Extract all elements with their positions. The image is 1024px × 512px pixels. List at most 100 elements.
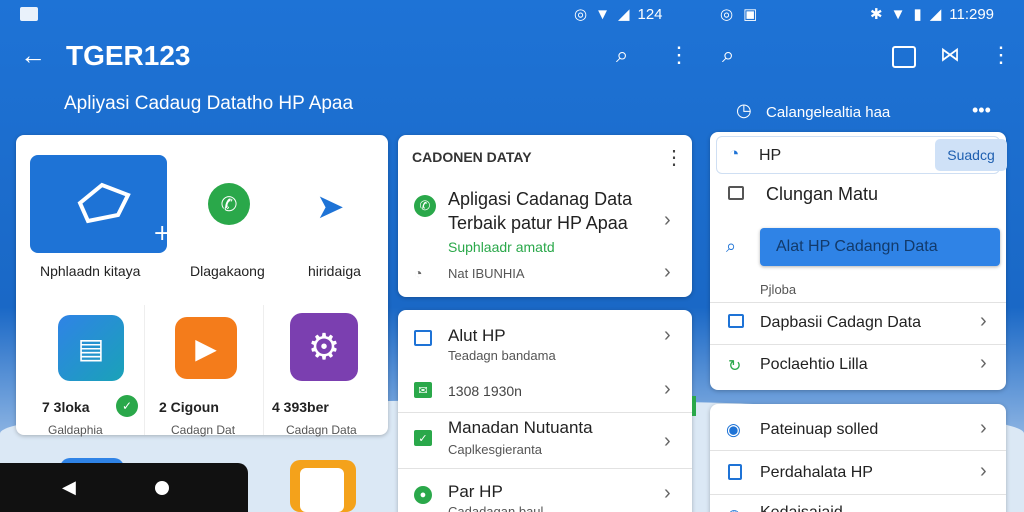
clock-icon: ◷ (736, 100, 752, 120)
telegram-icon[interactable]: ➤ (316, 187, 345, 227)
search-input[interactable]: HP (759, 147, 781, 165)
clock-icon: ◔ (414, 265, 423, 281)
svg-text:+: + (153, 221, 167, 246)
chevron-right-icon[interactable]: › (664, 209, 671, 232)
chevron-right-icon[interactable]: › (664, 378, 671, 401)
share-icon[interactable]: ⋈ (940, 42, 960, 67)
search-button[interactable]: Suadcg (935, 139, 1007, 171)
phone-icon: ● (414, 486, 432, 504)
list-item[interactable]: Pateinuap solled (760, 421, 878, 439)
signal-icon: ◢ (617, 6, 630, 23)
more-icon[interactable]: ⋮ (990, 42, 1012, 68)
tile-label: Dlagakaong (190, 263, 265, 279)
list-item[interactable]: Kedaisaiaid (760, 504, 843, 512)
folder-icon (728, 186, 744, 200)
item-status: Suphlaadr amatd (448, 239, 555, 255)
files-app-icon: ▶ (175, 317, 237, 379)
item-title[interactable]: Par HP (448, 482, 503, 502)
tile-backup[interactable]: + (30, 155, 171, 253)
bluetooth-icon: ✱ (870, 6, 883, 23)
gallery-icon[interactable] (892, 46, 916, 68)
gallery-app-icon: ▤ (58, 315, 124, 381)
item-sub: Caplkesgieranta (448, 442, 542, 457)
status-time: 124 (637, 5, 663, 23)
search-icon: ⌕ (726, 236, 737, 256)
clock-icon: ◔ (729, 144, 740, 163)
wifi-icon: ▼ (595, 5, 610, 23)
signal-icon: ◢ (929, 6, 942, 23)
status-bar-right: ✱ ▼ ▮ ◢ 11:299 (870, 2, 994, 26)
tile-label: hiridaiga (308, 263, 361, 279)
list-icon (414, 330, 432, 346)
search-icon[interactable]: ⌕ (616, 42, 628, 68)
apps-panel: + Nphlaadn kitaya ✆ Dlagakaong ➤ hiridai… (16, 135, 388, 437)
app-subtitle: Apliyasi Cadaug Datatho HP Apaa (64, 93, 354, 114)
search-icon[interactable]: ⌕ (722, 42, 734, 68)
chevron-right-icon[interactable]: › (980, 310, 987, 333)
tile-count: 2 Cigoun (159, 399, 219, 415)
right-panel: ◔ HP Suadcg Clungan Matu ⌕ Alat HP Cadan… (710, 132, 1007, 390)
app-icon-partial (290, 460, 356, 512)
list-item[interactable]: Perdahalata HP (760, 464, 873, 482)
status-time: 11:299 (949, 5, 995, 23)
status-bar-mid: ◎ ▼ ◢ 124 (574, 2, 663, 26)
wifi-icon: ▼ (890, 5, 906, 23)
nav-bar: ◀ (0, 463, 248, 512)
home-nav-icon[interactable] (155, 481, 169, 495)
status-bar-right-left: ◎ ▣ (720, 2, 757, 26)
tile-sub: Galdaphia (48, 423, 103, 437)
chevron-right-icon[interactable]: › (664, 261, 671, 284)
chevron-right-icon[interactable]: › (664, 430, 671, 453)
phone-icon (728, 464, 742, 480)
check-icon: ✓ (414, 430, 432, 446)
backup-card: CADONEN DATAY ⋮ ✆ Apligasi Cadanag Data … (398, 135, 692, 297)
tile-count: 4 393ber (272, 399, 329, 415)
more-icon[interactable]: ⋮ (668, 42, 690, 68)
search-bar[interactable]: ◔ HP Suadcg (716, 136, 1007, 174)
item-title[interactable]: Apligasi Cadanag Data (448, 189, 632, 210)
item-sub: Teadagn bandama (448, 348, 556, 363)
sync-icon: ◎ (720, 6, 734, 23)
chevron-right-icon[interactable]: › (980, 460, 987, 483)
item-title-line2[interactable]: Terbaik patur HP Apaa (448, 213, 628, 234)
battery-icon: ▮ (913, 6, 922, 23)
back-icon[interactable]: ← (20, 40, 46, 71)
list-item[interactable]: Dapbasii Cadagn Data (760, 314, 921, 332)
more-icon[interactable]: ⋮ (664, 145, 684, 170)
item-title[interactable]: Manadan Nutuanta (448, 418, 593, 438)
back-nav-icon[interactable]: ◀ (62, 477, 76, 498)
chevron-right-icon[interactable]: › (664, 482, 671, 505)
gallery-icon: ▣ (743, 6, 758, 23)
list-icon (728, 314, 744, 328)
refresh-icon: ↻ (728, 358, 742, 375)
right-subtitle: Calangelealtia haa (766, 104, 891, 121)
tile-gallery[interactable]: ▤ 7 3loka ✓ Galdaphia (30, 305, 145, 437)
tile-settings[interactable]: ⚙ 4 393ber Cadagn Data (268, 305, 383, 437)
more-horizontal-icon[interactable]: ••• (972, 100, 991, 121)
item-title[interactable]: 1308 1930n (448, 383, 522, 399)
tile-files[interactable]: ▶ 2 Cigoun Cadagn Dat (149, 305, 264, 437)
tile-count: 7 3loka (42, 399, 90, 415)
section-label: Pjloba (760, 282, 797, 297)
chevron-right-icon[interactable]: › (980, 352, 987, 375)
list-item[interactable]: Poclaehtio Lilla (760, 356, 868, 374)
sim-icon (20, 7, 38, 21)
chevron-right-icon[interactable]: › (664, 324, 671, 347)
tile-label: Nphlaadn kitaya (40, 263, 141, 279)
highlight-button[interactable]: Alat HP Cadangn Data (760, 228, 1000, 266)
mail-icon: ✉ (414, 382, 432, 398)
menu-item[interactable]: Clungan Matu (766, 184, 878, 205)
whatsapp-icon[interactable]: ✆ (208, 183, 250, 225)
info-icon: ◍ (728, 506, 740, 512)
settings-app-icon: ⚙ (290, 313, 358, 381)
folder-icon: + (77, 182, 171, 246)
tile-sub: Cadagn Data (286, 423, 357, 437)
right-panel-2: ◉ Pateinuap solled › Perdahalata HP › ◍ … (710, 404, 1006, 512)
check-badge-icon: ✓ (116, 395, 138, 417)
data-icon: ◎ (574, 6, 588, 23)
chevron-right-icon[interactable]: › (980, 417, 987, 440)
tools-card: Alut HP Teadagn bandama › ✉ 1308 1930n ›… (398, 310, 692, 512)
app-title: TGER123 (66, 40, 191, 71)
item-title[interactable]: Alut HP (448, 326, 506, 346)
chat-icon: ◉ (726, 420, 741, 439)
